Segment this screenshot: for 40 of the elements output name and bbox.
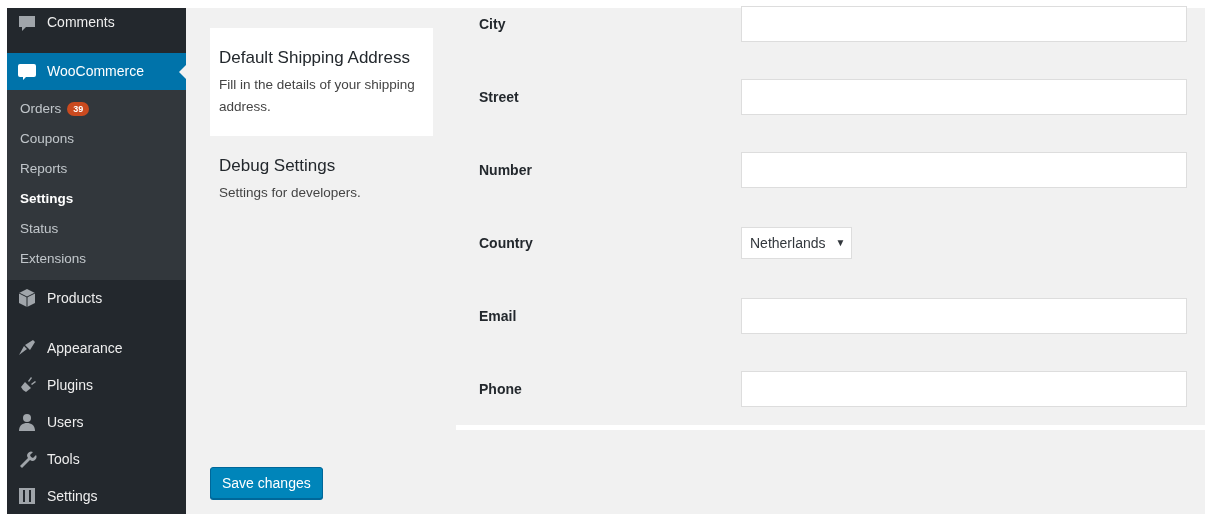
field-label: Country bbox=[479, 234, 534, 251]
section-description: Fill in the details of your shipping address. bbox=[219, 76, 416, 116]
submenu-item[interactable]: Status bbox=[7, 213, 186, 244]
speech-bubble-icon bbox=[17, 14, 37, 34]
text-input[interactable] bbox=[741, 151, 1187, 188]
field-label: Street bbox=[479, 88, 520, 105]
submenu-item[interactable]: Coupons bbox=[7, 123, 186, 154]
sidebar-menu-item[interactable]: Appearance bbox=[7, 329, 186, 367]
text-input[interactable] bbox=[741, 78, 1187, 115]
field-label: Number bbox=[479, 161, 533, 178]
sidebar-menu-item[interactable]: Products bbox=[7, 279, 186, 317]
count-badge: 39 bbox=[67, 101, 90, 116]
sliders-icon bbox=[17, 485, 37, 506]
submenu-item[interactable]: Extensions bbox=[7, 243, 186, 274]
sidebar-menu-item[interactable]: Settings bbox=[7, 477, 186, 514]
field-label: City bbox=[479, 15, 507, 32]
sidebar-menu-item[interactable]: Plugins bbox=[7, 366, 186, 404]
sidebar-menu-item[interactable]: Users bbox=[7, 403, 186, 441]
sidebar-menu-item[interactable]: Tools bbox=[7, 440, 186, 478]
sidebar-menu-item[interactable]: Comments bbox=[7, 8, 186, 53]
text-input[interactable] bbox=[741, 297, 1187, 334]
submenu-item[interactable]: Orders 39 bbox=[7, 93, 186, 124]
speech-bubble-icon bbox=[17, 61, 37, 82]
submenu-item[interactable]: Reports bbox=[7, 153, 186, 184]
field-label: Phone bbox=[479, 380, 523, 397]
sidebar-menu-item[interactable]: WooCommerce bbox=[7, 52, 186, 90]
country-select[interactable]: Netherlands ▼ bbox=[741, 226, 853, 259]
section-title: Debug Settings bbox=[219, 156, 337, 176]
submenu-item[interactable]: Settings bbox=[7, 183, 186, 214]
text-input[interactable] bbox=[741, 370, 1187, 407]
section-title: Default Shipping Address bbox=[219, 48, 411, 68]
save-button[interactable]: Save changes bbox=[210, 467, 323, 499]
brush-icon bbox=[17, 338, 37, 358]
box-icon bbox=[17, 288, 37, 309]
settings-section[interactable]: Default Shipping Address Fill in the details of your shipping address. bbox=[210, 28, 433, 136]
field-label: Email bbox=[479, 307, 518, 324]
text-input[interactable] bbox=[741, 5, 1187, 42]
section-description: Settings for developers. bbox=[219, 184, 362, 202]
settings-section[interactable]: Debug Settings Settings for developers. bbox=[210, 136, 433, 222]
user-icon bbox=[17, 411, 37, 432]
